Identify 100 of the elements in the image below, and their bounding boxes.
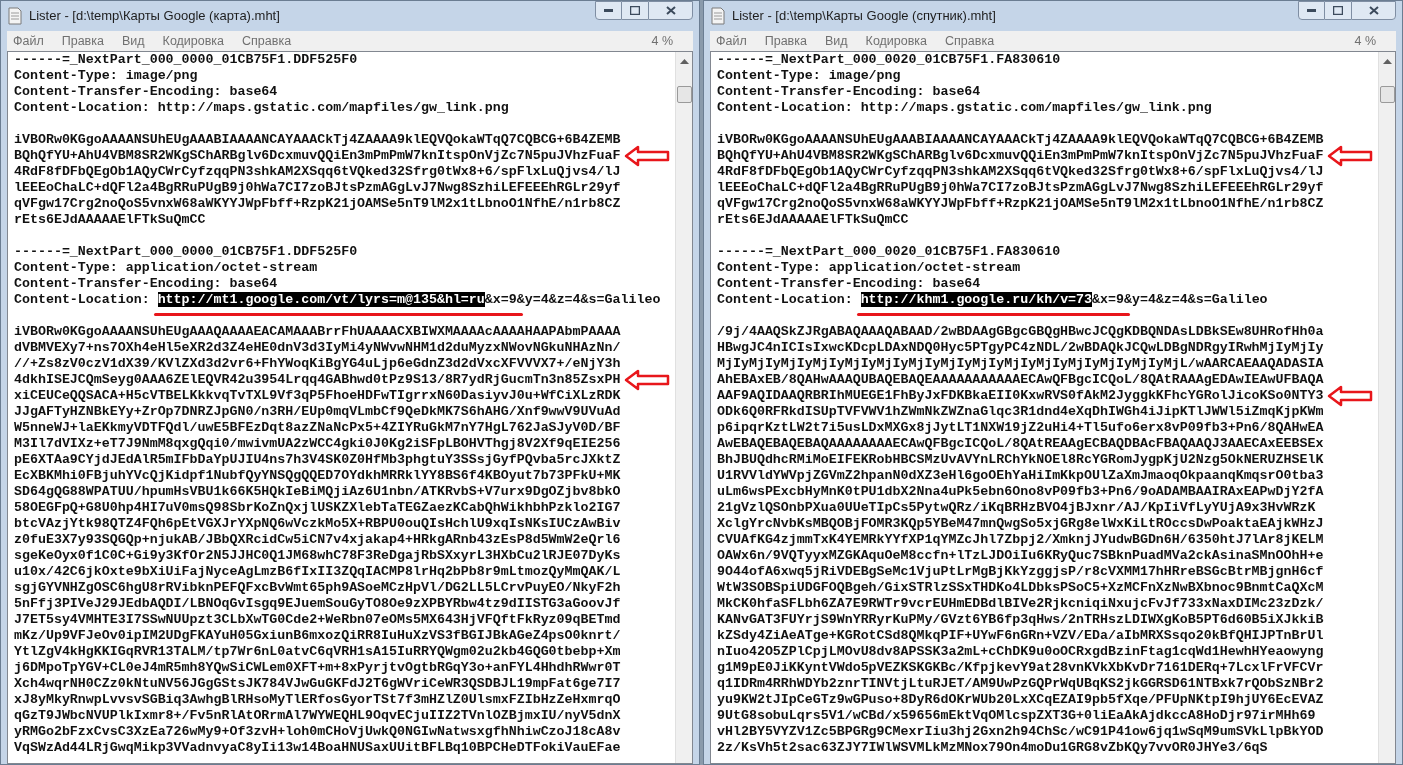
text-line: iVBORw0KGgoAAAANSUhEUgAAABIAAAANCAYAAACkTj4ZAAAA9klEQVQokaWTqQ7CQBCG+6B4ZEMB [717, 131, 1324, 150]
menu-item[interactable]: Справка [945, 31, 995, 51]
text-line: 58OEGFpQ+G8U0hp4HI7uV0msQ98SbrKoZnQxjlUSKZXlebTaTEGZaezKCabQhWikhbhPzklo2IG7 [14, 499, 621, 518]
text-line: Content-Location: http://maps.gstatic.com/mapfiles/gw_link.png [717, 99, 1212, 118]
maximize-button[interactable] [1325, 1, 1351, 20]
text-line: Content-Transfer-Encoding: base64 [717, 83, 981, 102]
text-line: qVFgw17Crg2noQoS5vnxW68aWKYYJWpFbff+RzpK21jOAMSe5nT9lM2x1tLbnoO1NfhE/n1rb8CZ [717, 195, 1324, 214]
text-line: ------=_NextPart_000_0000_01CB75F1.DDF525F0 [14, 52, 358, 70]
menu-item[interactable]: Кодировка [865, 31, 928, 51]
text-line: KANvGAT3FUYrjS9WnYRRyrKuPMy/GVzt6YB6fp3qHws/2nTRHszLDIWXgKoB5PT6d60B5iXJkkiB [717, 611, 1324, 630]
scrollbar[interactable] [1378, 52, 1395, 763]
text-line: j6DMpoTpYGV+CL0eJ4mR5mh8YQwSiCWLem0XFT+m+8xPyrjtvOgtbRGqY3o+anFYL4HhdhRWwr0T [14, 659, 621, 678]
text-line: U1RVVldYWVpjZGVmZ2hpanN0dXZ3eHl6goOEhYaHiImKkpOUlZaXmJmaoqOkpaanqKmqsrO0tba3 [717, 467, 1324, 486]
text-line: CVUAfKG4zjmmTxK4YEMRkYYfXP1qYMZcJhl7Zbpj2/XmknjJYudwBGDn6H/6350htJ7lAr8jKELM [717, 531, 1324, 550]
scroll-thumb[interactable] [676, 86, 692, 103]
close-icon [1368, 6, 1379, 15]
text-line: sgjGYVNHZgOSC6hgU8rRVibknPEFQFxcBvWmt65ph9ASoeMCzHpVl/DG2LL5LCrvPuyEO/NkyF2h [14, 579, 621, 598]
minimize-icon [1307, 8, 1316, 13]
menu-item[interactable]: Вид [824, 31, 848, 51]
text-line: xJ8yMkyRnwpLvvsvSGBiq3AwhgBlRHsoMyTlERfosGyorTSt7f3mHZlZ0UlsmxFZIbHzZeHxmrqO [14, 691, 621, 710]
text-line: iVBORw0KGgoAAAANSUhEUgAAAQAAAAEACAMAAABrrFhUAAAACXBIWXMAAAAcAAAAHAAPAbmPAAAA [14, 323, 621, 342]
text-line: xiCEUCeQQSACA+H5cVTBELKkkvqTvTXL9Vf3qP5FhoeHDFwTIgrrxN60DasiyvJ0u+WfCiXLzRDK [14, 387, 621, 406]
text-line: BQhQfYU+AhU4VBM8SR2WKgSChARBglv6DcxmuvQQiEn3mPmPmW7knItspOnVjZc7N5puJVhzFuaF [717, 147, 1324, 166]
text-line: u10x/42C6jkOxte9bXiUiFajNyceAgLmzB6fIxII3ZQqIACMP8lrHq2bPb8r9mLtmozQyMmQAK/L [14, 563, 621, 582]
zoom-level: 4 % [1354, 32, 1377, 50]
text-line: kZSdy4ZiAeATge+KGRotCSd8QMkqPIF+UYwF6nGRn+VZV/EDa/aIbMRXSsqo20kBfQHIJPTnBrUl [717, 627, 1324, 646]
text-line: JJgAFTyHZNBkEYy+ZrOp7DNRZJpGN0/n3RH/EUp0mqVLmbCf9QeDkMK7S6hAHG/Xnf9wwV9UVuAd [14, 403, 621, 422]
text-line: OAWx6n/9VQTyyxMZGKAquOeM8ccfn+lTzLJDOiIu6KRyQuc7SBknPuadMVa2ckAsinaSMnOOhH+e [717, 547, 1324, 566]
minimize-button[interactable] [595, 1, 622, 20]
text-line: yu9KW2tJIpCeGTz9wGPuso+8DyR6dOKrWUb20LxXCqEZAI9pb5fXqe/PFUpNKtpI9hjUY6EcEVAZ [717, 691, 1324, 710]
window-title: Lister - [d:\temp\Карты Google (спутник).mht] [732, 7, 996, 26]
text-line: mKz/Up9VFJeOv0ipIM2UDgFKAYuH05GxiunB6mxozQiRR8IuHuXzVS3fBGIJBkAGeZ4psO0knrt/ [14, 627, 621, 646]
text-line: 9UtG8sobuLqrs5V1/wCBd/x59656mEktVqOMlcspZXT3G+0liEaAkAjdkccA8HoDjr97irMHh69 [717, 707, 1316, 726]
document-icon [710, 7, 726, 25]
text-line: HBwgJC4nICIsIxwcKDcpLDAxNDQ0Hyc5PTgyPC4zNDL/2wBDAQkJCQwLDBgNDRgyIRwhMjIyMjIy [717, 339, 1324, 358]
close-icon [665, 6, 676, 15]
text-line: btcVAzjYtk98QTZ4FQh6pEtVGXJrYXpNQ6wVczkMo5X+RBPU0ouQIsHchlU9xqIsNKsIUCzAwBiv [14, 515, 621, 534]
text-line: Content-Type: image/png [14, 67, 198, 86]
text-line: Content-Type: image/png [717, 67, 901, 86]
text-line: 4RdF8fDFbQEgOb1AQyCWrCyfzqqPN3shkAM2XSqq6tVQked32Sfrg0tWx8+6/spFlxLuQjvs4/lJ [14, 163, 621, 182]
menu-item[interactable]: Правка [61, 31, 104, 51]
text-line: rEts6EJdAAAAAElFTkSuQmCC [14, 211, 206, 230]
text-line: VqSWzAd44LRjGwqMikp3VVadnvyaC8yIi13w14BoaHNUSaxUUitBFLBq10BPCHeDTFokiVauEFae [14, 739, 621, 758]
document-icon [7, 7, 23, 25]
text-line: Content-Type: application/octet-stream [717, 259, 1021, 278]
text-line: ------=_NextPart_000_0020_01CB75F1.FA830610 [717, 243, 1061, 262]
text-line: AAF9AQIDAAQRBRIhMUEGE1FhByJxFDKBkaEII0KxwRVS0fAkM2JyggkKFhcYGRolJicoKSo0NTY3 [717, 387, 1324, 406]
text-line: Content-Transfer-Encoding: base64 [14, 83, 278, 102]
text-line: sgeKeOyx0f1C0C+Gi9y3KfOr2N5JJHC0Q1JM68whC78F3ReDgajRbSXxyrL3HXbCu2lRJE07DyKs [14, 547, 621, 566]
minimize-button[interactable] [1298, 1, 1325, 20]
text-line: lEEEoChaLC+dQFl2a4BgRRuPUgB9j0hWa7CI7zoBJtsPzmAGgLvJ7Nwg8SzhiLEFEEEhRGLr29yf [717, 179, 1324, 198]
text-line: rEts6EJdAAAAAElFTkSuQmCC [717, 211, 909, 230]
text-line: uLm6wsPExcbHyMnK0tPU1dbX2Nna4uPk5ebn6Ono8vP09fb3+Pn6/9oADAMBAAIRAxEAPwDjY2fA [717, 483, 1324, 502]
url-text: &x=9&y=4&z=4&s=Galileo [1092, 291, 1268, 310]
close-button[interactable] [1351, 1, 1396, 20]
text-line: p6ipqrKztLW2t7i5usLDxMXGx8jJytLT1NXW19jZ2uHi4+Tl5ufo6erx8vP09fb3+Pn6/8QAHwEA [717, 419, 1324, 438]
url-text: &x=9&y=4&z=4&s=Galileo [484, 291, 661, 310]
text-line: /9j/4AAQSkZJRgABAQAAAQABAAD/2wBDAAgGBgcGBQgHBwcJCQgKDBQNDAsLDBkSEw8UHRofHh0a [717, 323, 1324, 342]
text-line: 4dkhISEJCQmSeyg0AAA6ZElEQVR42u3954Lrqq4GABhwd0tPz9S13/8R7ydRjGucmTn3n85ZsxPH [14, 371, 621, 390]
text-line: ------=_NextPart_000_0000_01CB75F1.DDF525F0 [14, 243, 358, 262]
menu-item[interactable]: Файл [716, 31, 747, 51]
text-line: YtlZgV4kHgKKIGqRVR13TALM/tp7Wr6nL0atvC6qVRH1sA15IuRRYQWgm02u2kb4GQG0tbebp+Xm [14, 643, 621, 662]
scroll-up-icon[interactable] [1382, 58, 1392, 64]
maximize-icon [1333, 6, 1343, 15]
scrollbar[interactable] [675, 52, 692, 763]
field-label: Content-Location: [717, 291, 854, 310]
menu-item[interactable]: Файл [13, 31, 44, 51]
menu-item[interactable]: Правка [764, 31, 807, 51]
window-title: Lister - [d:\temp\Карты Google (карта).mht] [29, 7, 280, 26]
text-line: ODk6Q0RFRkdISUpTVFVWV1hZWmNkZWZnaGlqc3R1dnd4eXqDhIWGh4iJipKTlJWWl5iZmqKjpKWm [717, 403, 1324, 422]
maximize-button[interactable] [622, 1, 648, 20]
text-line: z0fuE3X7y93SQGQp+njukAB/JBbQXRcidCw5iCN7v4xjakap4+HRkgARnb43zEsP8d5WmW2eQrl6 [14, 531, 621, 550]
text-line: J7ET5sy4VMHTE3I7SSwNUUpzt3CLbXwTG0Cde2+WeRbn07eOMs5MX643HjVFQftFkRyz09qBETmd [14, 611, 621, 630]
scroll-up-icon[interactable] [679, 58, 689, 64]
text-line: EcXBKMhi0FBjuhYVcQjKidpf1NubfQyYNSQgQQED7OYdkhMRRklYY8BS6f4KBOyut7b73PFkU+MK [14, 467, 621, 486]
text-line: q1IDRm4RRhWDYb2znrTINVtjLtuRJET/AM9UwPzGQPrWqUBqKS2jkGGRSD61NTBxk7rQObSzNBr2 [717, 675, 1324, 694]
close-button[interactable] [648, 1, 693, 20]
text-line: AhEBAxEB/8QAHwAAAQUBAQEBAQEAAAAAAAAAAAECAwQFBgcICQoL/8QAtRAAAgEDAwIEAwUFBAQA [717, 371, 1324, 390]
scroll-thumb[interactable] [1379, 86, 1395, 103]
text-line: 9O44ofA6xwq5jRiVDEBgSeMc1VjuPtLrMgBjKkYzggjsP/r8cVXMM17hHRreBSGcBtrMBjgnH6cf [717, 563, 1324, 582]
text-line: BQhQfYU+AhU4VBM8SR2WKgSChARBglv6DcxmuvQQiEn3mPmPmW7knItspOnVjZc7N5puJVhzFuaF [14, 147, 621, 166]
text-line: WtW3SOBSpiUDGFOQBgeh/GixSTRlzSSxTHDKo4LDbksPSoC5+XzMCFnXzNwBXbnoc9BnmtCaQXcM [717, 579, 1324, 598]
field-label: Content-Location: [14, 291, 151, 310]
menu-item[interactable]: Справка [242, 31, 292, 51]
text-line: SD64gQG88WPATUU/hpumHsVBU1k66K5HQkIeBiMQjiAz6U1nbn/ATKRvbS+V7urx9DgOZjbv8bkO [14, 483, 621, 502]
text-line: W5nneWJ+laEKkmyVDTFQdl/uwE5BFEzDqt8azZNaNcPx5+4ZIYRuGkM7nY7HgL762JaSJyV0D/BF [14, 419, 621, 438]
menu-item[interactable]: Вид [121, 31, 145, 51]
text-line: MkCK0hfaSFLbh6ZA7E9RWTr9vcrEUHmEDBdlBIVe2RjkcniqiNxujcFvJf733xNaxDIMc23zDzk/ [717, 595, 1324, 614]
text-line: g1M9pE0JiKKyntVWdo5pVEZKSKGKBc/KfpjkevY9at28vnKVkXbKvDr7161DERq+7LcxlFrVFCVr [717, 659, 1324, 678]
text-line: Content-Transfer-Encoding: base64 [14, 275, 278, 294]
text-line: 21gVzlQSOnbPXua0UUeTIpCs5PytwQRz/iKqBRHzBVO4jBJxnr/AJ/KpIiVfLyYUjA9x3HvWRzK [717, 499, 1316, 518]
text-line: pE6XTAa9CYjdJEdAlR5mIFbDaYpUJIU4ns7h3V4SK0Z0HfMb3phgtuY3SSsjGyfPQvba5rcJXktZ [14, 451, 621, 470]
text-line: MjIyMjIyMjIyMjIyMjIyMjIyMjIyMjIyMjIyMjIyMjIyMjIyMjIyMjIyMjL/wAARCAEAAQADASIA [717, 355, 1324, 374]
text-line: dVBMVEXy7+ns7OXh4eHl5eXR2d3Z4eHE0dnV3d3IyMi4yNWvwNHM1d2duMyzxNWovNGkuNHAzNn/ [14, 339, 621, 358]
zoom-level: 4 % [651, 32, 674, 50]
text-line: Content-Type: application/octet-stream [14, 259, 318, 278]
text-line: ------=_NextPart_000_0020_01CB75F1.FA830610 [717, 52, 1061, 70]
text-line: qVFgw17Crg2noQoS5vnxW68aWKYYJWpFbff+RzpK21jOAMSe5nT9lM2x1tLbnoO1NfhE/n1rb8CZ [14, 195, 621, 214]
text-line: lEEEoChaLC+dQFl2a4BgRRuPUgB9j0hWa7CI7zoBJtsPzmAGgLvJ7Nwg8SzhiLEFEEEhRGLr29yf [14, 179, 621, 198]
menu-item[interactable]: Кодировка [162, 31, 225, 51]
